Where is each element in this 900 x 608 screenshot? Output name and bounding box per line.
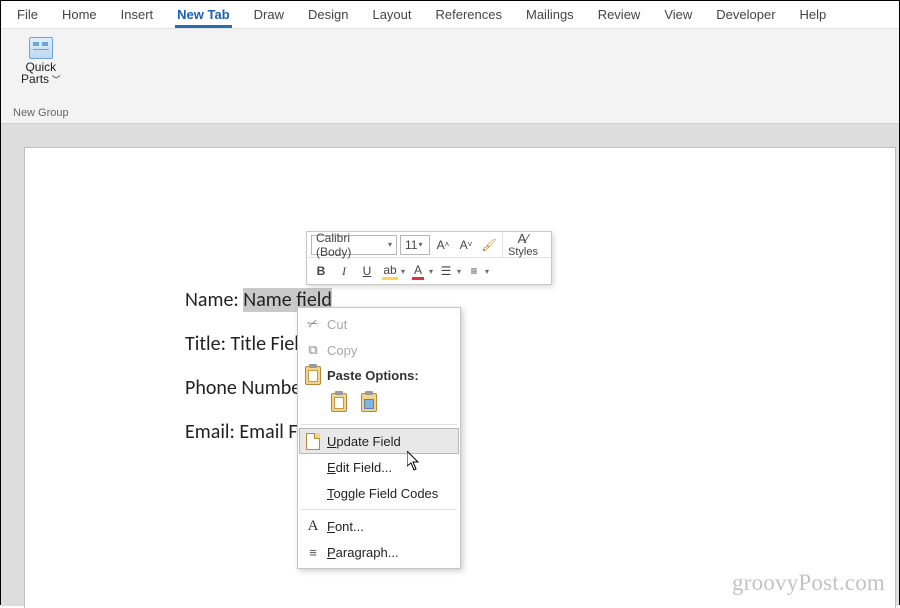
underline-button[interactable]: U [357, 261, 377, 281]
menu-toggle-codes-label: Toggle Field Codes [327, 486, 438, 501]
ribbon-tab-file[interactable]: File [5, 2, 50, 27]
label-title: Title: [185, 332, 230, 356]
context-menu: ✂ Cut ⧉ Copy Paste Options: Update Field… [297, 307, 461, 569]
paste-picture[interactable] [357, 389, 381, 415]
menu-edit-field[interactable]: Edit Field... [299, 454, 459, 480]
menu-font-label: Font... [327, 519, 364, 534]
ribbon-tab-insert[interactable]: Insert [109, 2, 166, 27]
menu-paragraph-label: Paragraph... [327, 545, 399, 560]
ribbon-tab-review[interactable]: Review [586, 2, 653, 27]
ribbon-tab-references[interactable]: References [424, 2, 514, 27]
quick-parts-icon [29, 37, 53, 59]
highlight-button[interactable]: ab [380, 261, 400, 281]
paragraph-icon: ≡ [303, 542, 323, 562]
mini-toolbar: Calibri (Body)▾ 11▾ A˄ A˅ 🖌 A⁄ Styles B … [306, 231, 552, 285]
font-name-combo[interactable]: Calibri (Body)▾ [311, 235, 397, 255]
ribbon-body: Quick Parts ﹀ New Group [1, 29, 899, 124]
bold-button[interactable]: B [311, 261, 331, 281]
clipboard-icon [331, 393, 347, 412]
menu-paste-options-header: Paste Options: [299, 363, 459, 421]
menu-update-field-label: Update Field [327, 434, 401, 449]
menu-separator [301, 424, 457, 425]
ribbon-tab-design[interactable]: Design [296, 2, 360, 27]
grow-font-button[interactable]: A˄ [433, 235, 453, 255]
label-name: Name: [185, 288, 243, 312]
copy-icon: ⧉ [303, 340, 323, 360]
doc-line-name[interactable]: Name: Name field [185, 288, 895, 312]
ribbon-tab-layout[interactable]: Layout [360, 2, 423, 27]
label-email: Email: [185, 420, 239, 444]
ribbon-group-new: Quick Parts ﹀ New Group [7, 33, 75, 121]
menu-cut-label: Cut [327, 317, 347, 332]
ribbon-group-label: New Group [13, 107, 69, 119]
clipboard-picture-icon [361, 393, 377, 412]
shrink-font-button[interactable]: A˅ [456, 235, 476, 255]
menu-separator [301, 509, 457, 510]
format-painter-button[interactable]: 🖌 [479, 235, 499, 255]
scissors-icon: ✂ [300, 311, 326, 337]
doc-line-phone[interactable]: Phone Number [185, 376, 895, 400]
ribbon-tab-mailings[interactable]: Mailings [514, 2, 586, 27]
menu-copy-label: Copy [327, 343, 357, 358]
paste-options-label: Paste Options: [327, 368, 419, 383]
ribbon-tab-draw[interactable]: Draw [242, 2, 296, 27]
numbering-button[interactable]: ≡ [464, 261, 484, 281]
font-a-icon: A [303, 516, 323, 536]
bullets-button[interactable]: ☰ [436, 261, 456, 281]
italic-button[interactable]: I [334, 261, 354, 281]
blank-icon [303, 457, 323, 477]
document-icon [303, 431, 323, 451]
menu-font[interactable]: A Font... [299, 513, 459, 539]
font-color-dropdown[interactable]: ▾ [429, 267, 433, 276]
menu-toggle-field-codes[interactable]: Toggle Field Codes [299, 480, 459, 506]
ribbon-tab-developer[interactable]: Developer [704, 2, 787, 27]
font-size-combo[interactable]: 11▾ [400, 235, 430, 255]
menu-copy[interactable]: ⧉ Copy [299, 337, 459, 363]
ribbon-tab-home[interactable]: Home [50, 2, 109, 27]
menu-edit-field-label: Edit Field... [327, 460, 392, 475]
highlight-dropdown[interactable]: ▾ [401, 267, 405, 276]
ribbon-tab-help[interactable]: Help [788, 2, 839, 27]
menu-cut[interactable]: ✂ Cut [299, 311, 459, 337]
quick-parts-button[interactable]: Quick Parts ﹀ [19, 35, 63, 88]
ribbon-tab-newtab[interactable]: New Tab [165, 2, 242, 27]
label-phone: Phone Number [185, 376, 308, 400]
quick-parts-label: Quick Parts ﹀ [21, 61, 61, 86]
bullets-dropdown[interactable]: ▾ [457, 267, 461, 276]
styles-button[interactable]: A⁄ Styles [502, 232, 543, 257]
menu-paragraph[interactable]: ≡ Paragraph... [299, 539, 459, 565]
blank-icon [303, 483, 323, 503]
paste-keep-formatting[interactable] [327, 389, 351, 415]
ribbon-tabs: File Home Insert New Tab Draw Design Lay… [1, 1, 899, 29]
doc-line-email[interactable]: Email: Email Fie [185, 420, 895, 444]
doc-line-title[interactable]: Title: Title Field [185, 332, 895, 356]
paste-icon [303, 365, 323, 385]
font-color-button[interactable]: A [408, 261, 428, 281]
ribbon-tab-view[interactable]: View [652, 2, 704, 27]
numbering-dropdown[interactable]: ▾ [485, 267, 489, 276]
menu-update-field[interactable]: Update Field [299, 428, 459, 454]
